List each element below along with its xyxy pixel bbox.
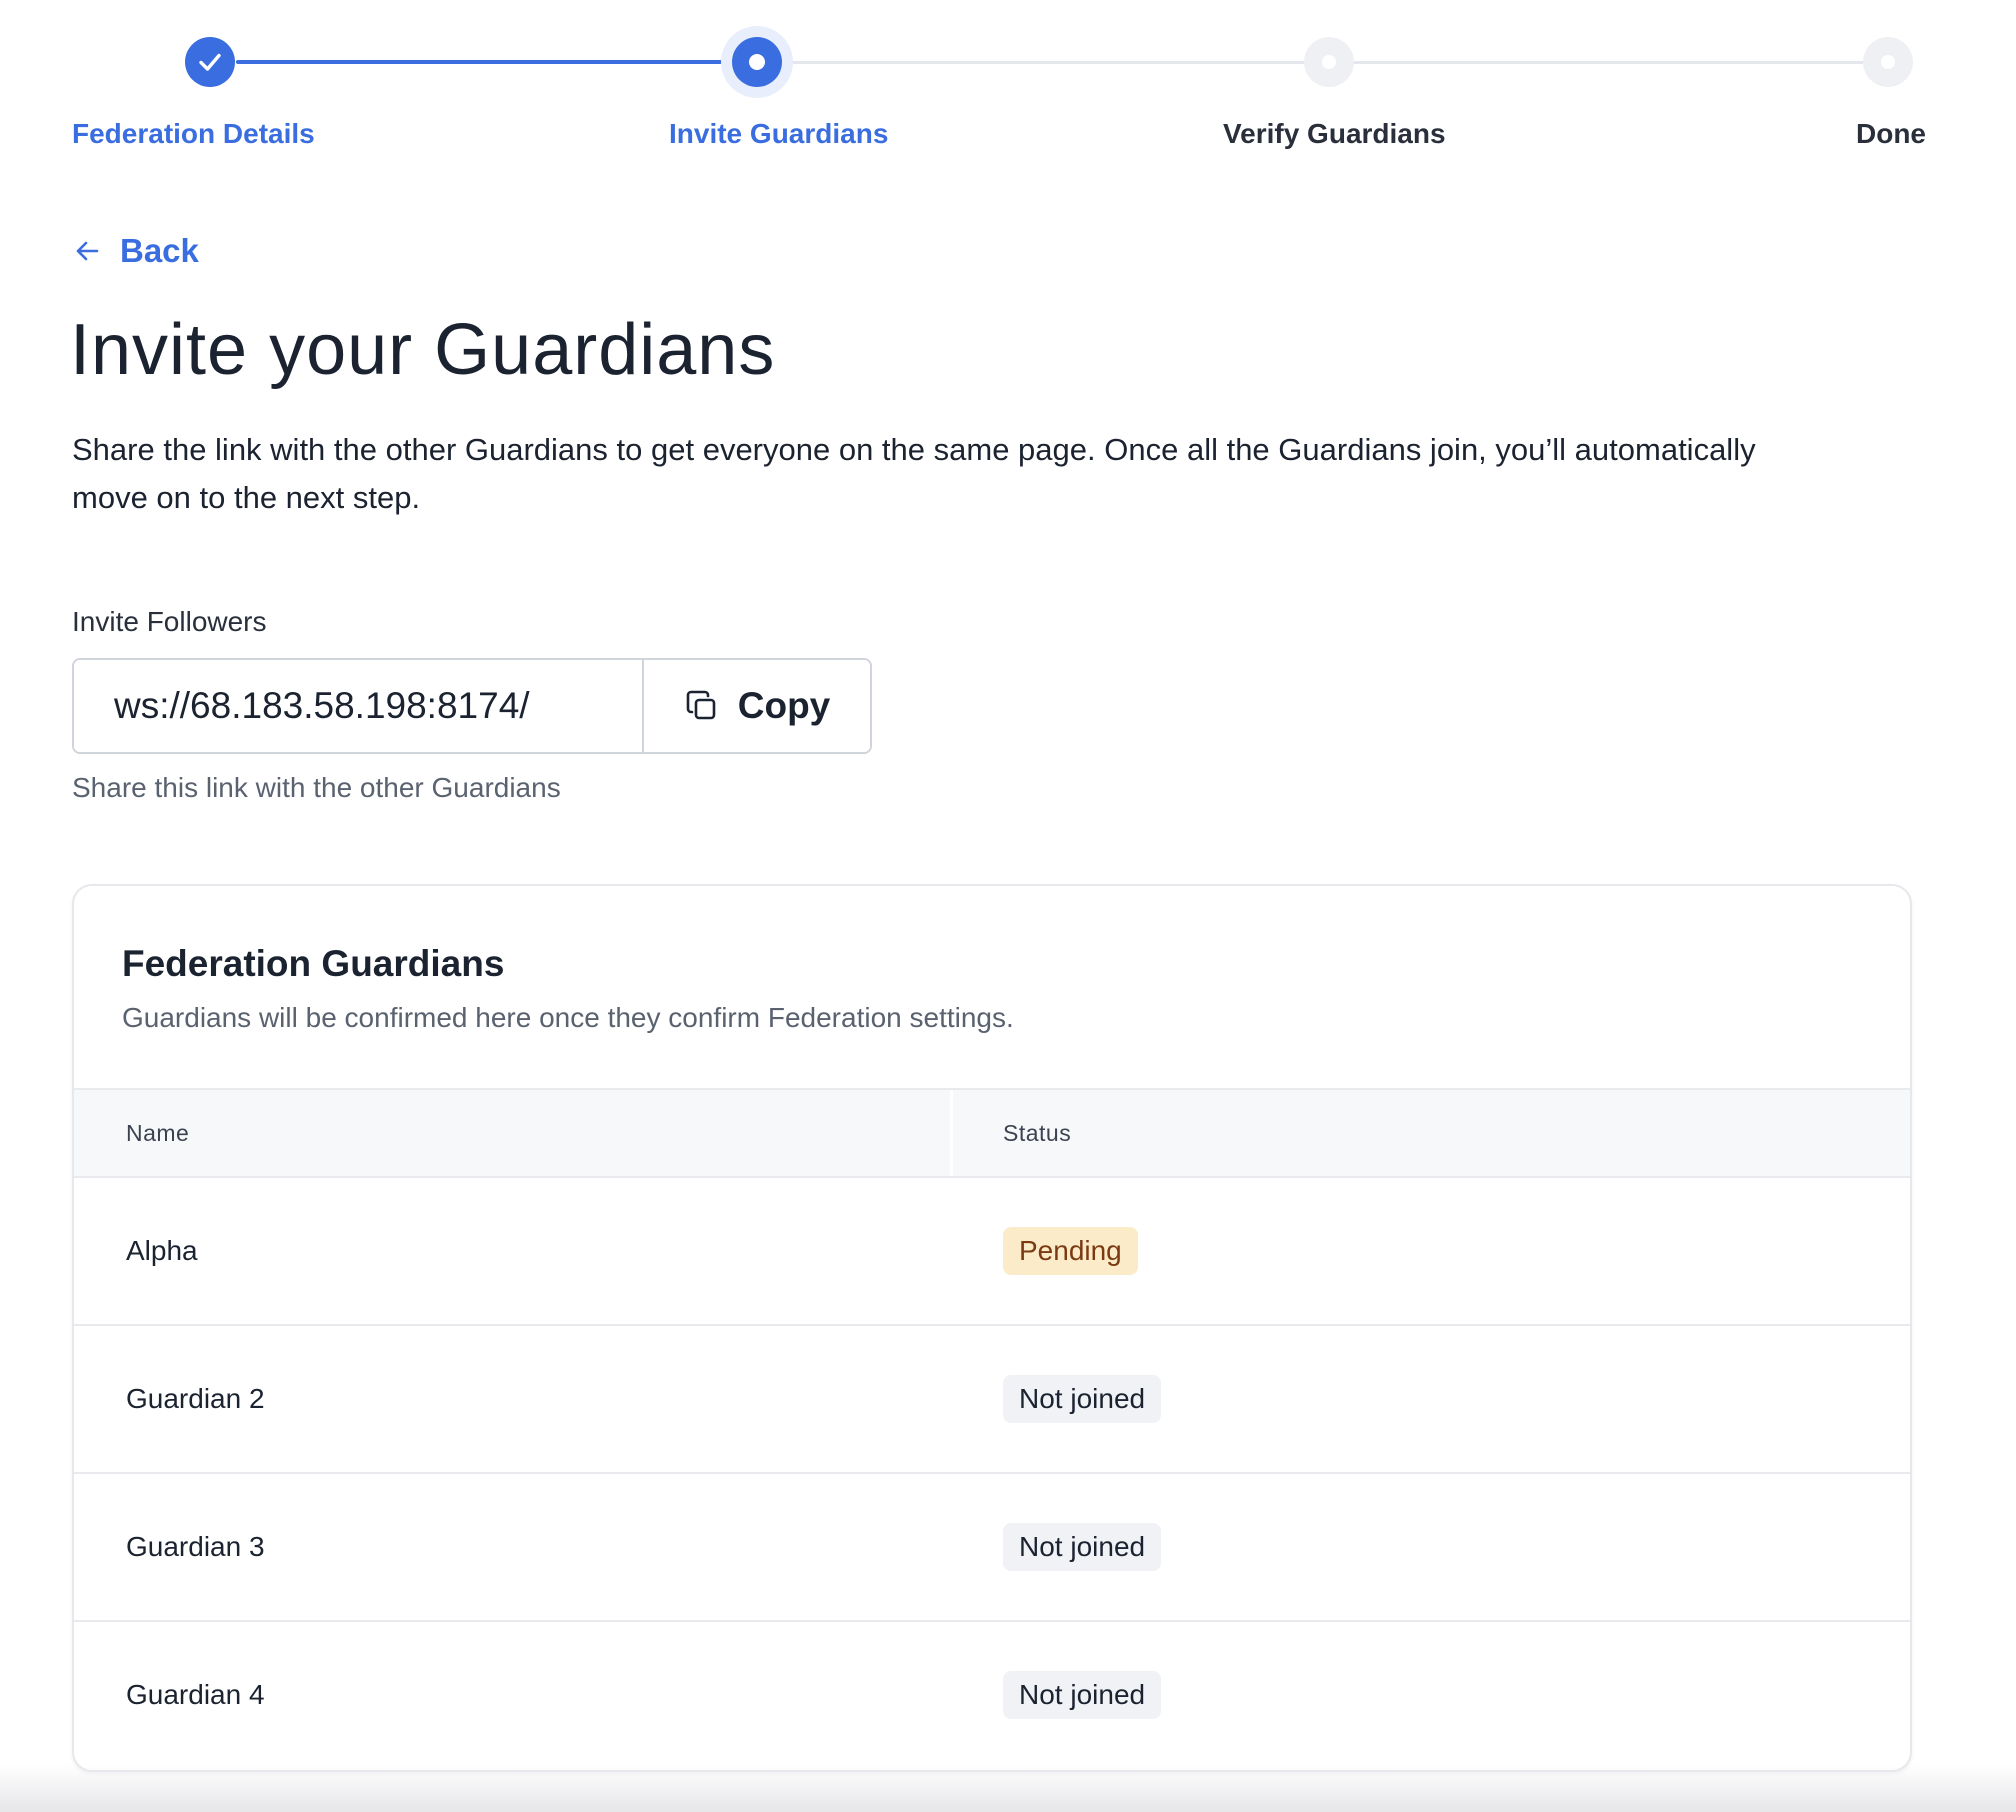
table-row: Guardian 3 Not joined xyxy=(74,1474,1910,1622)
step-label-verify-guardians: Verify Guardians xyxy=(1223,118,1446,149)
table-row: Guardian 4 Not joined xyxy=(74,1622,1910,1768)
upcoming-step-dot xyxy=(1881,55,1895,69)
step-label-federation-details: Federation Details xyxy=(72,118,315,149)
invite-link-input[interactable] xyxy=(74,660,644,752)
invite-link-group: Copy xyxy=(72,658,872,754)
step-current-indicator xyxy=(732,37,782,87)
step-complete-indicator xyxy=(185,37,235,87)
step-label-done: Done xyxy=(1856,118,1926,149)
guardian-name: Guardian 4 xyxy=(126,1679,265,1710)
guardian-name: Guardian 2 xyxy=(126,1383,265,1414)
invite-helper-text: Share this link with the other Guardians xyxy=(72,772,561,803)
bottom-scroll-fade xyxy=(0,1764,2016,1812)
guardian-name: Guardian 3 xyxy=(126,1531,265,1562)
guardians-table: Name Status Alpha Pending Guardian 2 Not… xyxy=(74,1088,1910,1768)
page-title: Invite your Guardians xyxy=(70,310,776,390)
guardian-status-cell: Not joined xyxy=(950,1622,1910,1768)
upcoming-step-dot xyxy=(1322,55,1336,69)
copy-button[interactable]: Copy xyxy=(644,660,870,752)
step-upcoming-indicator xyxy=(1304,37,1354,87)
card-title: Federation Guardians xyxy=(122,943,505,984)
status-badge: Not joined xyxy=(1003,1671,1162,1719)
card-subtitle: Guardians will be confirmed here once th… xyxy=(122,1002,1014,1033)
progress-stepper: Federation Details Invite Guardians Veri… xyxy=(0,0,2016,170)
step-label-invite-guardians: Invite Guardians xyxy=(669,118,889,149)
status-badge: Not joined xyxy=(1003,1523,1162,1571)
step-connector-complete xyxy=(236,60,722,64)
guardian-status-cell: Not joined xyxy=(950,1326,1910,1472)
copy-button-label: Copy xyxy=(737,685,831,726)
table-row: Alpha Pending xyxy=(74,1178,1910,1326)
arrow-left-icon xyxy=(76,241,99,261)
step-upcoming-indicator xyxy=(1863,37,1913,87)
back-link[interactable]: Back xyxy=(72,232,199,270)
checkmark-icon xyxy=(199,53,221,71)
status-badge: Not joined xyxy=(1003,1375,1162,1423)
guardian-status-cell: Pending xyxy=(950,1178,1910,1324)
invite-field-label: Invite Followers xyxy=(72,606,267,637)
status-badge: Pending xyxy=(1003,1227,1138,1275)
current-step-dot xyxy=(749,54,765,70)
column-header-name: Name xyxy=(126,1120,190,1146)
federation-guardians-card: Federation Guardians Guardians will be c… xyxy=(72,884,1912,1772)
column-header-status: Status xyxy=(950,1090,1910,1176)
guardian-name: Alpha xyxy=(126,1235,198,1266)
table-header: Name Status xyxy=(74,1088,1910,1178)
back-label: Back xyxy=(120,232,199,269)
guardian-status-cell: Not joined xyxy=(950,1474,1910,1620)
page-intro: Share the link with the other Guardians … xyxy=(72,432,1756,515)
table-row: Guardian 2 Not joined xyxy=(74,1326,1910,1474)
copy-icon xyxy=(686,690,716,720)
